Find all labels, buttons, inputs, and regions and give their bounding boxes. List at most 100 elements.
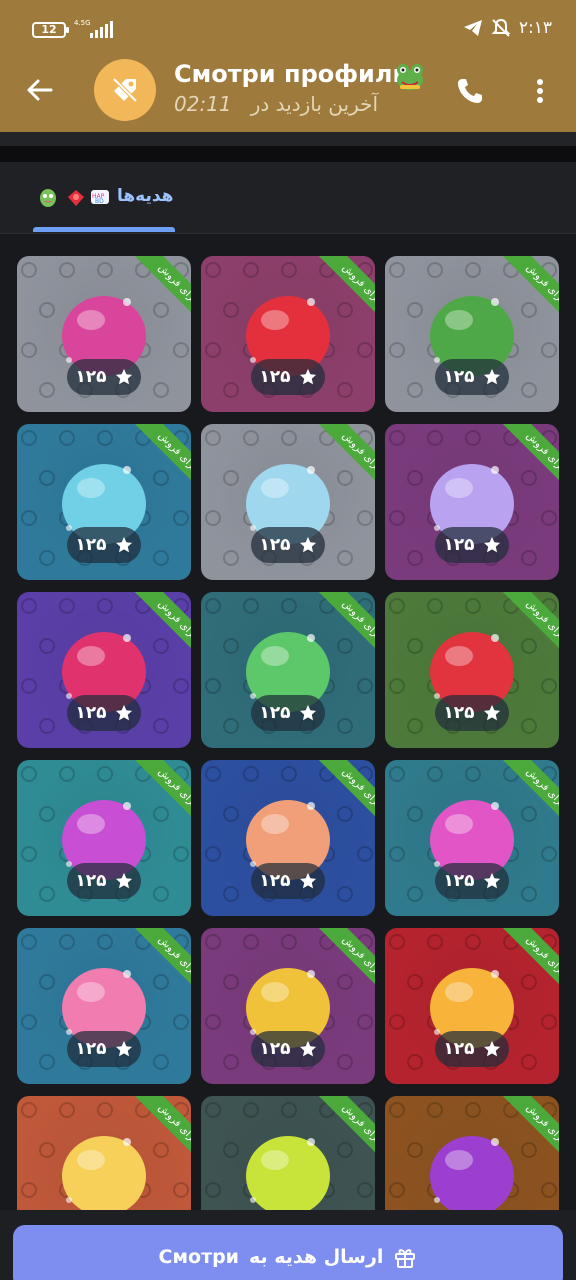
- star-icon: [483, 368, 500, 385]
- gift-card-flower[interactable]: برای فروش: [201, 1096, 375, 1210]
- gift-card-heart-calendar[interactable]: برای فروش ۱۲۵: [385, 592, 559, 748]
- avatar[interactable]: [94, 59, 156, 121]
- header-shadow: [0, 132, 576, 146]
- sale-ribbon: برای فروش: [305, 424, 375, 494]
- price-pill: ۱۲۵: [251, 863, 325, 899]
- price-value: ۱۲۵: [75, 871, 107, 891]
- svg-text:BD: BD: [95, 198, 104, 205]
- price-pill: ۱۲۵: [435, 695, 509, 731]
- price-value: ۱۲۵: [443, 1039, 475, 1059]
- sale-ribbon-label: برای فروش: [502, 592, 559, 662]
- sale-ribbon: برای فروش: [121, 592, 191, 662]
- last-seen-time: 02:11: [174, 92, 232, 116]
- sale-ribbon: برای فروش: [121, 1096, 191, 1166]
- tab-indicator: [33, 227, 175, 232]
- gift-card-ice-cream-sundae[interactable]: برای فروش ۱۲۵: [17, 928, 191, 1084]
- price-pill: ۱۲۵: [435, 1031, 509, 1067]
- bottom-bar: Смотри ارسال هدیه به: [0, 1210, 576, 1280]
- sale-ribbon: برای فروش: [305, 256, 375, 326]
- sale-ribbon: برای فروش: [121, 760, 191, 830]
- price-value: ۱۲۵: [443, 535, 475, 555]
- star-icon: [115, 704, 132, 721]
- sale-ribbon-label: برای فروش: [318, 592, 375, 662]
- gift-card-sparkler[interactable]: برای فروش: [17, 1096, 191, 1210]
- price-pill: ۱۲۵: [251, 1031, 325, 1067]
- price-value: ۱۲۵: [75, 1039, 107, 1059]
- star-icon: [483, 872, 500, 889]
- sale-ribbon: برای فروش: [121, 256, 191, 326]
- star-icon: [483, 1040, 500, 1057]
- sale-ribbon-label: برای فروش: [502, 256, 559, 326]
- gift-card-hot-drink[interactable]: برای فروش ۱۲۵: [201, 592, 375, 748]
- sale-ribbon: برای فروش: [121, 424, 191, 494]
- gift-card-lollipop[interactable]: برای فروش ۱۲۵: [17, 760, 191, 916]
- gift-card-happy-birthday[interactable]: برای فروش ۱۲۵: [17, 256, 191, 412]
- star-icon: [115, 872, 132, 889]
- sale-ribbon: برای فروش: [489, 1096, 559, 1166]
- price-value: ۱۲۵: [259, 871, 291, 891]
- star-icon: [299, 704, 316, 721]
- price-value: ۱۲۵: [259, 1039, 291, 1059]
- tab-gifts-label: هدیه‌ها: [117, 186, 174, 206]
- star-icon: [115, 368, 132, 385]
- gift-grid: برای فروش ۱۲۵ برای فروش ۱۲۵ برای فروش ۱۲۵ برای…: [0, 235, 576, 1210]
- gift-card-candle[interactable]: برای فروش ۱۲۵: [201, 760, 375, 916]
- ornament-emoji-icon: [68, 190, 84, 206]
- sale-ribbon-label: برای فروش: [502, 760, 559, 830]
- gift-card-bow-tie[interactable]: برای فروش ۱۲۵: [201, 928, 375, 1084]
- gift-card-snow-globe[interactable]: برای فروش: [385, 1096, 559, 1210]
- battery-level: 12: [41, 23, 57, 36]
- sale-ribbon: برای فروش: [489, 760, 559, 830]
- price-pill: ۱۲۵: [251, 695, 325, 731]
- frog-emoji-icon: [397, 64, 423, 90]
- gift-card-red-star-ornament[interactable]: برای فروش ۱۲۵: [201, 256, 375, 412]
- price-value: ۱۲۵: [443, 367, 475, 387]
- sale-ribbon-label: برای فروش: [134, 256, 191, 326]
- price-value: ۱۲۵: [259, 703, 291, 723]
- sale-ribbon: برای فروش: [305, 760, 375, 830]
- sale-ribbon-label: برای فروش: [318, 424, 375, 494]
- price-pill: ۱۲۵: [67, 527, 141, 563]
- sale-ribbon-label: برای فروش: [502, 1096, 559, 1166]
- gift-card-ribbon-bow[interactable]: برای فروش ۱۲۵: [385, 424, 559, 580]
- price-pill: ۱۲۵: [435, 359, 509, 395]
- gift-icon: [395, 1249, 416, 1268]
- profile-title: Смотри профиль: [174, 60, 408, 88]
- sale-ribbon: برای فروش: [121, 928, 191, 998]
- price-value: ۱۲۵: [75, 535, 107, 555]
- gift-card-candy-jar[interactable]: برای فروش ۱۲۵: [17, 424, 191, 580]
- star-icon: [299, 1040, 316, 1057]
- gift-card-tea-light[interactable]: برای فروش ۱۲۵: [385, 760, 559, 916]
- star-icon: [483, 704, 500, 721]
- price-value: ۱۲۵: [75, 367, 107, 387]
- sale-ribbon: برای فروش: [489, 256, 559, 326]
- gift-card-magic-star-wand[interactable]: برای فروش ۱۲۵: [17, 592, 191, 748]
- sale-ribbon-label: برای فروش: [134, 1096, 191, 1166]
- birthday-emoji-icon: HAPBD: [91, 190, 109, 205]
- sale-ribbon-label: برای فروش: [318, 928, 375, 998]
- tab-strip: HAP BD هدیه‌ها: [0, 162, 576, 234]
- status-bar: 12 4.5G ۲:۱۳: [0, 0, 576, 48]
- mute-bell-icon: [491, 18, 511, 37]
- app-root: 12 4.5G ۲:۱۳ Смотри профиль 02:11 آخرین …: [0, 0, 576, 1280]
- status-right: ۲:۱۳: [463, 18, 552, 38]
- gift-card-birthday-cake[interactable]: برای فروش ۱۲۵: [201, 424, 375, 580]
- send-gift-button[interactable]: Смотри ارسال هدیه به: [13, 1225, 563, 1280]
- price-pill: ۱۲۵: [67, 1031, 141, 1067]
- sale-ribbon-label: برای فروش: [502, 928, 559, 998]
- gift-tag-icon: [112, 77, 138, 103]
- chat-header: 12 4.5G ۲:۱۳ Смотри профиль 02:11 آخرین …: [0, 0, 576, 132]
- price-value: ۱۲۵: [259, 535, 291, 555]
- sale-ribbon: برای فروش: [305, 928, 375, 998]
- sale-ribbon-label: برای فروش: [318, 1096, 375, 1166]
- star-icon: [115, 1040, 132, 1057]
- sale-ribbon-label: برای فروش: [318, 760, 375, 830]
- price-pill: ۱۲۵: [67, 863, 141, 899]
- phone-icon[interactable]: [455, 76, 485, 106]
- gift-card-frog-egg[interactable]: برای فروش ۱۲۵: [385, 256, 559, 412]
- price-pill: ۱۲۵: [251, 359, 325, 395]
- tab-gifts[interactable]: HAP BD هدیه‌ها: [33, 162, 175, 234]
- back-arrow-icon[interactable]: [24, 74, 56, 106]
- more-vert-icon[interactable]: [528, 76, 552, 106]
- gift-card-fire-sword[interactable]: برای فروش ۱۲۵: [385, 928, 559, 1084]
